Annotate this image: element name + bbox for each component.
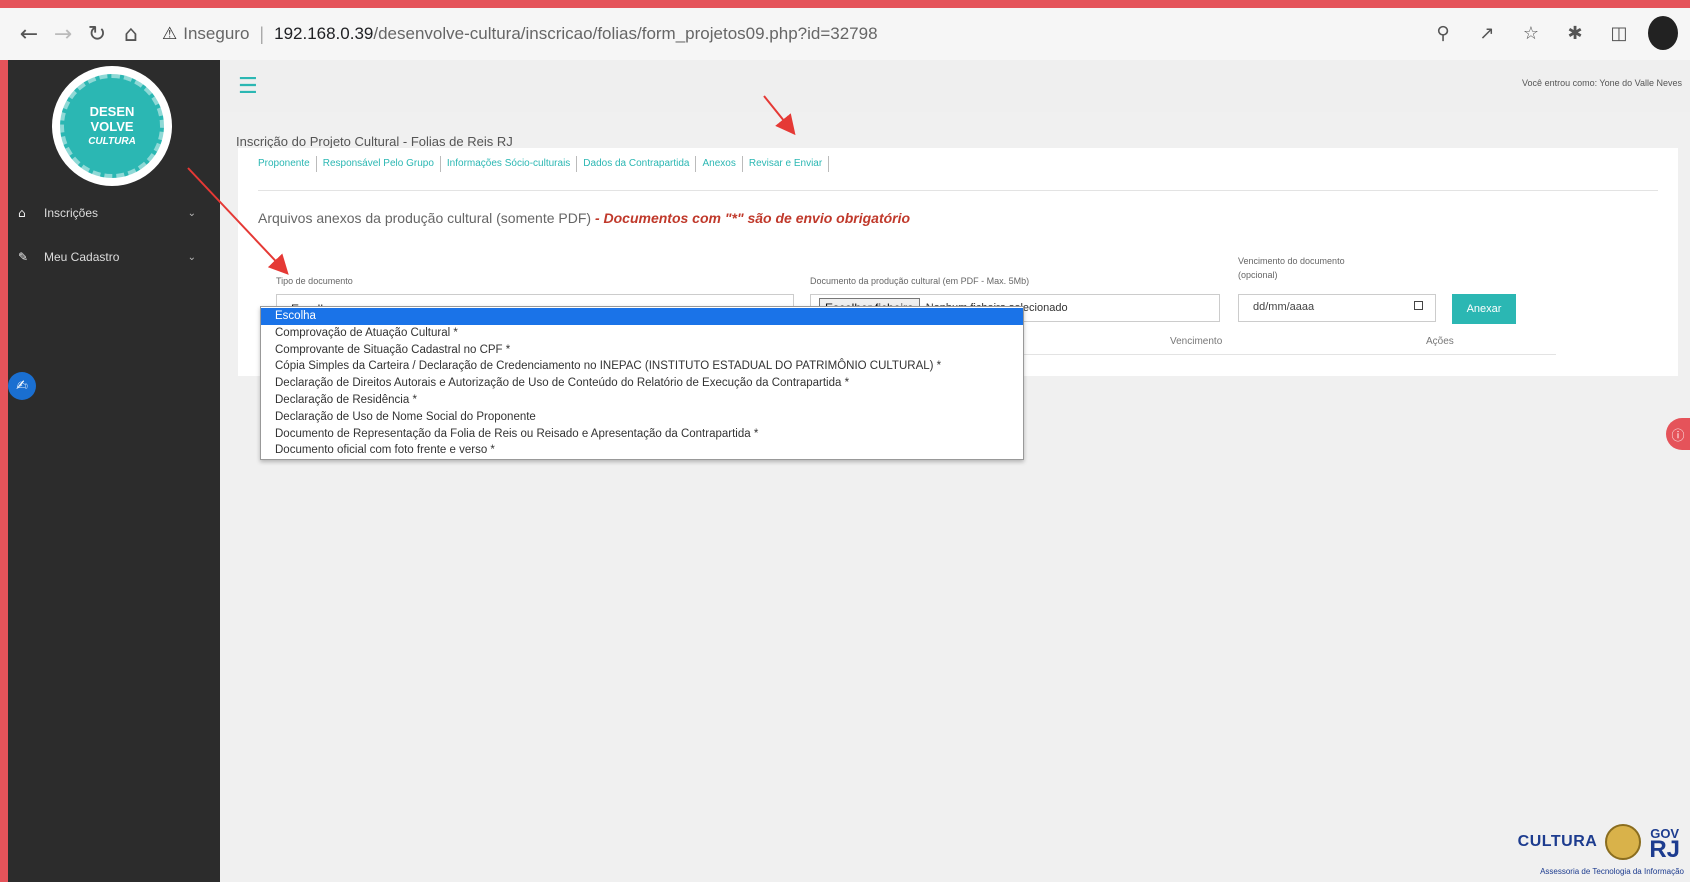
star-icon[interactable]: ☆ <box>1516 16 1546 50</box>
calendar-icon[interactable] <box>1414 301 1423 310</box>
edit-icon: ✎ <box>18 250 29 264</box>
doc-type-dropdown: Escolha Comprovação de Atuação Cultural … <box>260 306 1024 460</box>
home-icon[interactable]: ⌂ <box>114 17 148 51</box>
app-frame: DESEN VOLVE CULTURA ⌂ Inscrições ⌄ ✎ Meu… <box>8 60 1690 882</box>
dropdown-option[interactable]: Declaração de Residência * <box>261 392 1023 409</box>
warning-icon[interactable]: ⚠ <box>162 24 177 44</box>
due-date-label: Vencimento do documento (opcional) <box>1238 254 1345 282</box>
share-icon[interactable]: ↗ <box>1472 16 1502 50</box>
footer-brand: CULTURA GOV RJ <box>1517 824 1680 863</box>
logo[interactable]: DESEN VOLVE CULTURA <box>52 66 172 186</box>
col-acoes: Ações <box>1426 336 1454 347</box>
home-icon: ⌂ <box>18 206 26 220</box>
forward-arrow-icon[interactable]: → <box>46 17 80 51</box>
dropdown-option[interactable]: Cópia Simples da Carteira / Declaração d… <box>261 358 1023 375</box>
logo-line-2: VOLVE <box>90 118 134 134</box>
section-heading-text: Arquivos anexos da produção cultural (so… <box>258 210 592 226</box>
url-separator: | <box>259 23 265 44</box>
insecure-label[interactable]: Inseguro <box>183 24 249 44</box>
tab-contrapartida[interactable]: Dados da Contrapartida <box>577 156 697 172</box>
chevron-down-icon: ⌄ <box>187 251 196 263</box>
due-date-label-line1: Vencimento do documento <box>1238 256 1345 266</box>
extensions-icon[interactable]: ✱ <box>1560 16 1590 50</box>
profile-avatar <box>1648 16 1678 50</box>
app-header: ☰ Você entrou como: Yone do Valle Neves <box>220 60 1690 112</box>
due-date-label-line2: (opcional) <box>1238 270 1278 280</box>
required-note: - Documentos com "*" são de envio obriga… <box>591 210 911 226</box>
due-date-input[interactable]: dd/mm/aaaa <box>1238 294 1436 322</box>
brand-cultura: CULTURA <box>1517 833 1598 850</box>
profile-icon[interactable] <box>1648 16 1678 50</box>
back-arrow-icon[interactable]: ← <box>12 17 46 51</box>
user-menu[interactable]: Você entrou como: Yone do Valle Neves <box>1522 78 1682 88</box>
dropdown-option[interactable]: Declaração de Direitos Autorais e Autori… <box>261 375 1023 392</box>
browser-actions: ⚲ ↗ ☆ ✱ ◫ <box>1428 16 1678 50</box>
browser-toolbar: ← → ↻ ⌂ ⚠ Inseguro | 192.168.0.39/desenv… <box>0 8 1690 60</box>
tab-revisar[interactable]: Revisar e Enviar <box>743 156 830 172</box>
dropdown-option[interactable]: Documento de Representação da Folia de R… <box>261 426 1023 443</box>
url-host[interactable]: 192.168.0.39 <box>274 24 373 44</box>
brand-gov-rj: GOV RJ <box>1649 826 1680 863</box>
tab-proponente[interactable]: Proponente <box>258 156 317 172</box>
chevron-down-icon: ⌄ <box>187 207 196 219</box>
section-heading: Arquivos anexos da produção cultural (so… <box>258 210 910 226</box>
attach-button[interactable]: Anexar <box>1452 294 1516 324</box>
sidebar-item-inscricoes[interactable]: ⌂ Inscrições ⌄ <box>8 198 220 228</box>
zoom-icon[interactable]: ⚲ <box>1428 16 1458 50</box>
dropdown-option[interactable]: Documento oficial com foto frente e vers… <box>261 442 1023 459</box>
seal-icon <box>1605 824 1642 860</box>
page-title: Inscrição do Projeto Cultural - Folias d… <box>236 134 513 149</box>
footer-credit: Assessoria de Tecnologia da Informação <box>1540 867 1684 876</box>
col-vencimento: Vencimento <box>1170 336 1223 347</box>
sidepanel-icon[interactable]: ◫ <box>1604 16 1634 50</box>
sidebar-item-meu-cadastro[interactable]: ✎ Meu Cadastro ⌄ <box>8 242 220 272</box>
dropdown-option[interactable]: Escolha <box>261 308 1023 325</box>
doc-type-label: Tipo de documento <box>276 276 353 286</box>
tab-anexos[interactable]: Anexos <box>696 156 743 172</box>
menu-icon[interactable]: ☰ <box>238 74 258 99</box>
brand-rj: RJ <box>1649 836 1680 863</box>
logo-badge: DESEN VOLVE CULTURA <box>60 74 164 178</box>
reload-icon[interactable]: ↻ <box>80 17 114 51</box>
url-path[interactable]: /desenvolve-cultura/inscricao/folias/for… <box>373 24 877 44</box>
help-icon[interactable]: ⓘ <box>1666 418 1690 450</box>
sidebar-item-label: Inscrições <box>44 206 99 220</box>
file-label: Documento da produção cultural (em PDF -… <box>810 276 1030 286</box>
accessibility-icon[interactable]: ✍ <box>8 372 36 400</box>
sidebar: DESEN VOLVE CULTURA ⌂ Inscrições ⌄ ✎ Meu… <box>8 60 220 882</box>
divider <box>258 190 1658 191</box>
logo-line-3: CULTURA <box>88 135 136 147</box>
dropdown-option[interactable]: Declaração de Uso de Nome Social do Prop… <box>261 409 1023 426</box>
sidebar-item-label: Meu Cadastro <box>44 250 120 264</box>
date-placeholder: dd/mm/aaaa <box>1253 301 1315 313</box>
dropdown-option[interactable]: Comprovante de Situação Cadastral no CPF… <box>261 342 1023 359</box>
step-tabs: Proponente Responsável Pelo Grupo Inform… <box>258 156 830 172</box>
main-content: Inscrição do Projeto Cultural - Folias d… <box>220 112 1690 882</box>
tab-responsavel[interactable]: Responsável Pelo Grupo <box>317 156 441 172</box>
logo-line-1: DESEN <box>89 103 135 119</box>
tab-informacoes[interactable]: Informações Sócio-culturais <box>441 156 578 172</box>
dropdown-option[interactable]: Comprovação de Atuação Cultural * <box>261 325 1023 342</box>
